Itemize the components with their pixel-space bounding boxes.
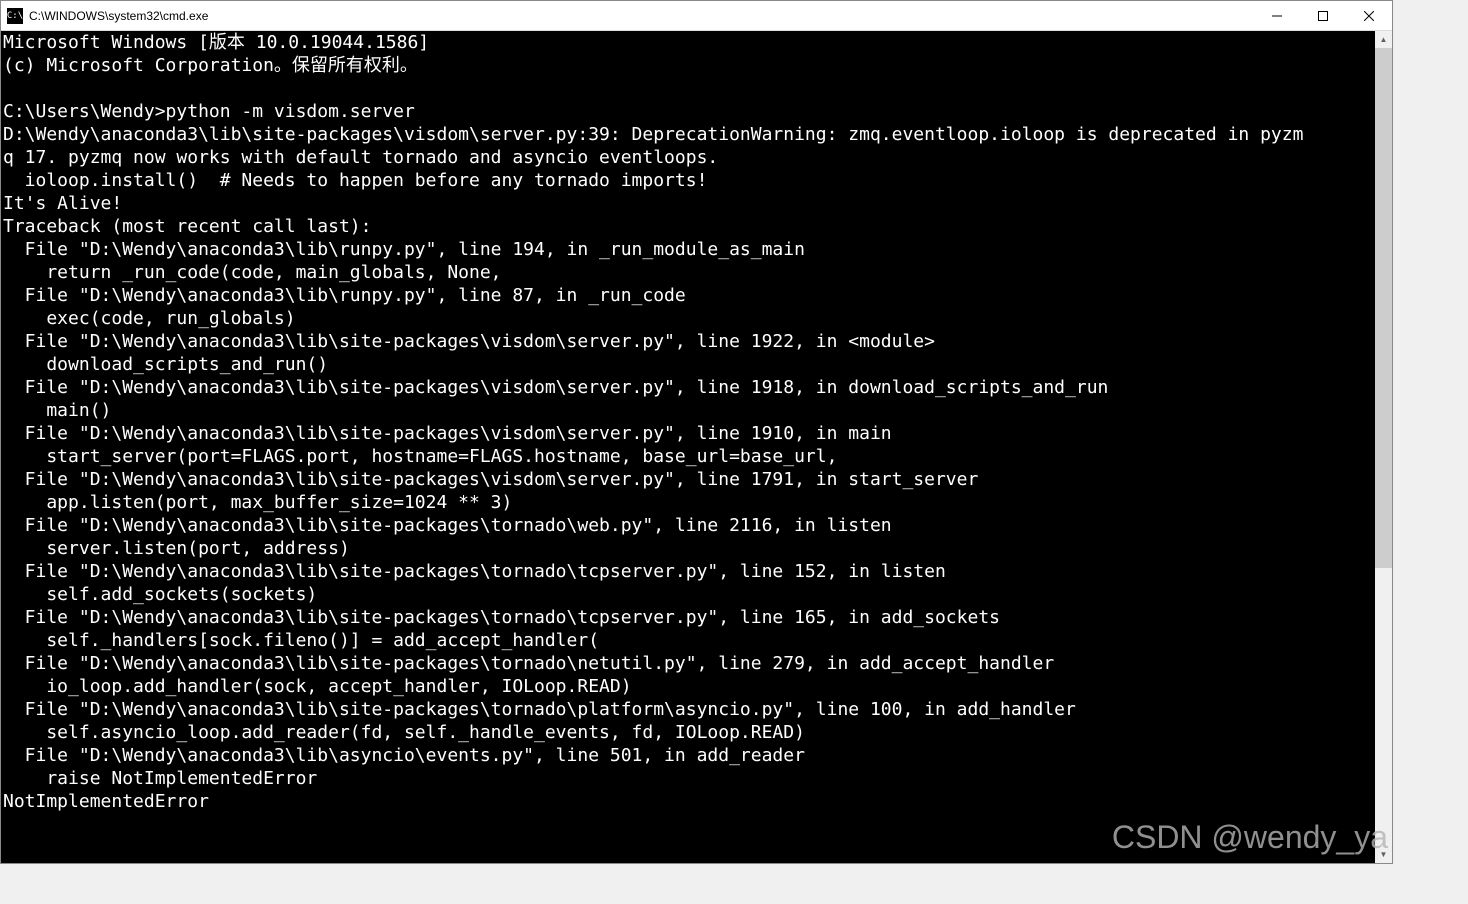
scroll-down-arrow[interactable]: ▼ xyxy=(1375,846,1392,863)
scroll-track[interactable] xyxy=(1375,48,1392,846)
scroll-up-arrow[interactable]: ▲ xyxy=(1375,31,1392,48)
cmd-window: C:\ C:\WINDOWS\system32\cmd.exe Microsof… xyxy=(0,0,1393,864)
scroll-thumb[interactable] xyxy=(1375,48,1392,568)
terminal-area: Microsoft Windows [版本 10.0.19044.1586] (… xyxy=(1,31,1392,863)
window-title: C:\WINDOWS\system32\cmd.exe xyxy=(29,9,1254,23)
maximize-button[interactable] xyxy=(1300,1,1346,30)
terminal-output[interactable]: Microsoft Windows [版本 10.0.19044.1586] (… xyxy=(1,31,1375,863)
minimize-button[interactable] xyxy=(1254,1,1300,30)
vertical-scrollbar[interactable]: ▲ ▼ xyxy=(1375,31,1392,863)
titlebar[interactable]: C:\ C:\WINDOWS\system32\cmd.exe xyxy=(1,1,1392,31)
app-icon: C:\ xyxy=(7,8,23,24)
window-controls xyxy=(1254,1,1392,30)
close-button[interactable] xyxy=(1346,1,1392,30)
